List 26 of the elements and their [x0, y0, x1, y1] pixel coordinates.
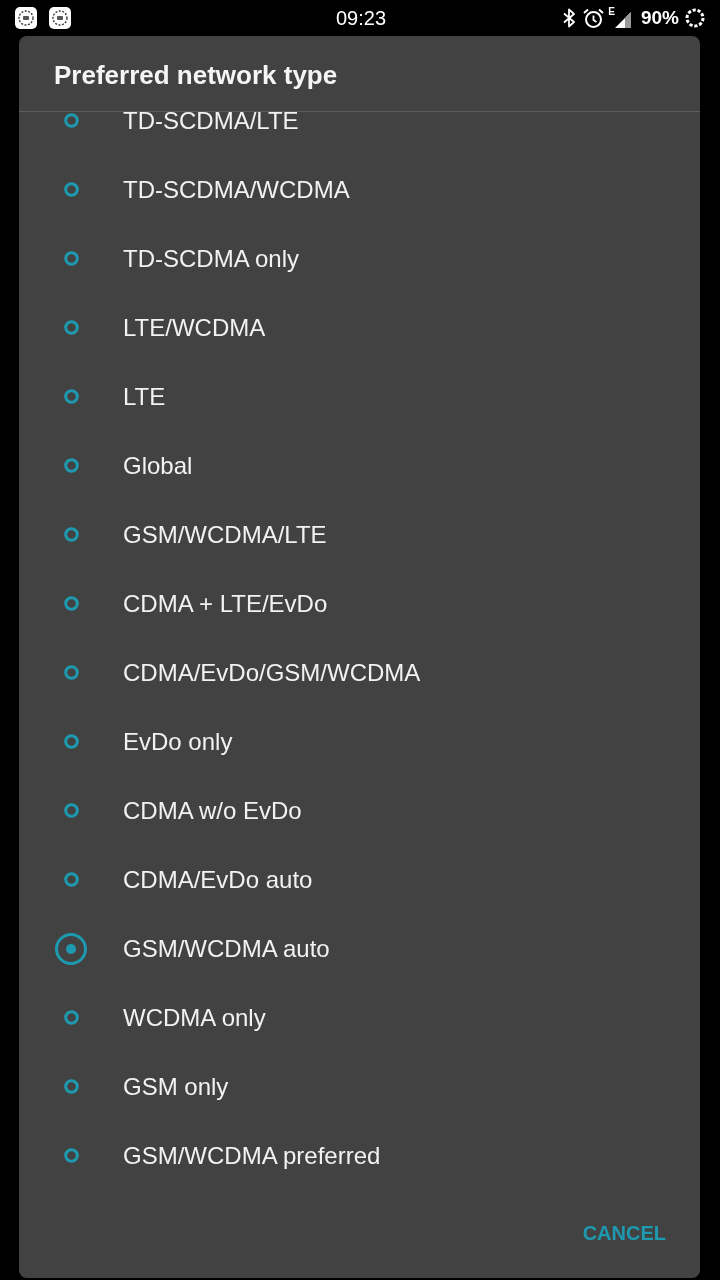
network-type-option[interactable]: LTE — [19, 362, 700, 431]
bluetooth-icon — [563, 8, 576, 28]
network-type-label: E — [608, 7, 615, 17]
dialog-title: Preferred network type — [54, 59, 338, 92]
network-type-option[interactable]: GSM only — [19, 1052, 700, 1121]
network-type-option[interactable]: TD-SCDMA/LTE — [19, 112, 700, 155]
network-type-option[interactable]: CDMA/EvDo auto — [19, 845, 700, 914]
network-type-option[interactable]: CDMA/EvDo/GSM/WCDMA — [19, 638, 700, 707]
clock-time: 09:23 — [335, 6, 387, 31]
battery-percentage: 90% — [640, 5, 679, 30]
app-notification-icon — [15, 7, 37, 29]
network-type-option[interactable]: Global — [19, 431, 700, 500]
network-type-option[interactable]: CDMA w/o EvDo — [19, 776, 700, 845]
alarm-clock-icon — [583, 7, 605, 29]
network-type-option[interactable]: TD-SCDMA only — [19, 224, 700, 293]
network-type-option[interactable]: GSM/WCDMA/LTE — [19, 500, 700, 569]
network-type-option[interactable]: EvDo only — [19, 707, 700, 776]
network-type-option[interactable]: LTE/WCDMA — [19, 293, 700, 362]
network-type-option[interactable]: WCDMA only — [19, 983, 700, 1052]
network-type-option[interactable]: CDMA + LTE/EvDo — [19, 569, 700, 638]
battery-ring-icon — [685, 8, 705, 28]
cell-signal-icon — [614, 12, 631, 28]
network-type-option[interactable]: GSM/WCDMA auto — [19, 914, 700, 983]
network-type-option[interactable]: GSM/WCDMA preferred — [19, 1121, 700, 1190]
app-notification-icon — [49, 7, 71, 29]
network-type-option[interactable]: TD-SCDMA/WCDMA — [19, 155, 700, 224]
